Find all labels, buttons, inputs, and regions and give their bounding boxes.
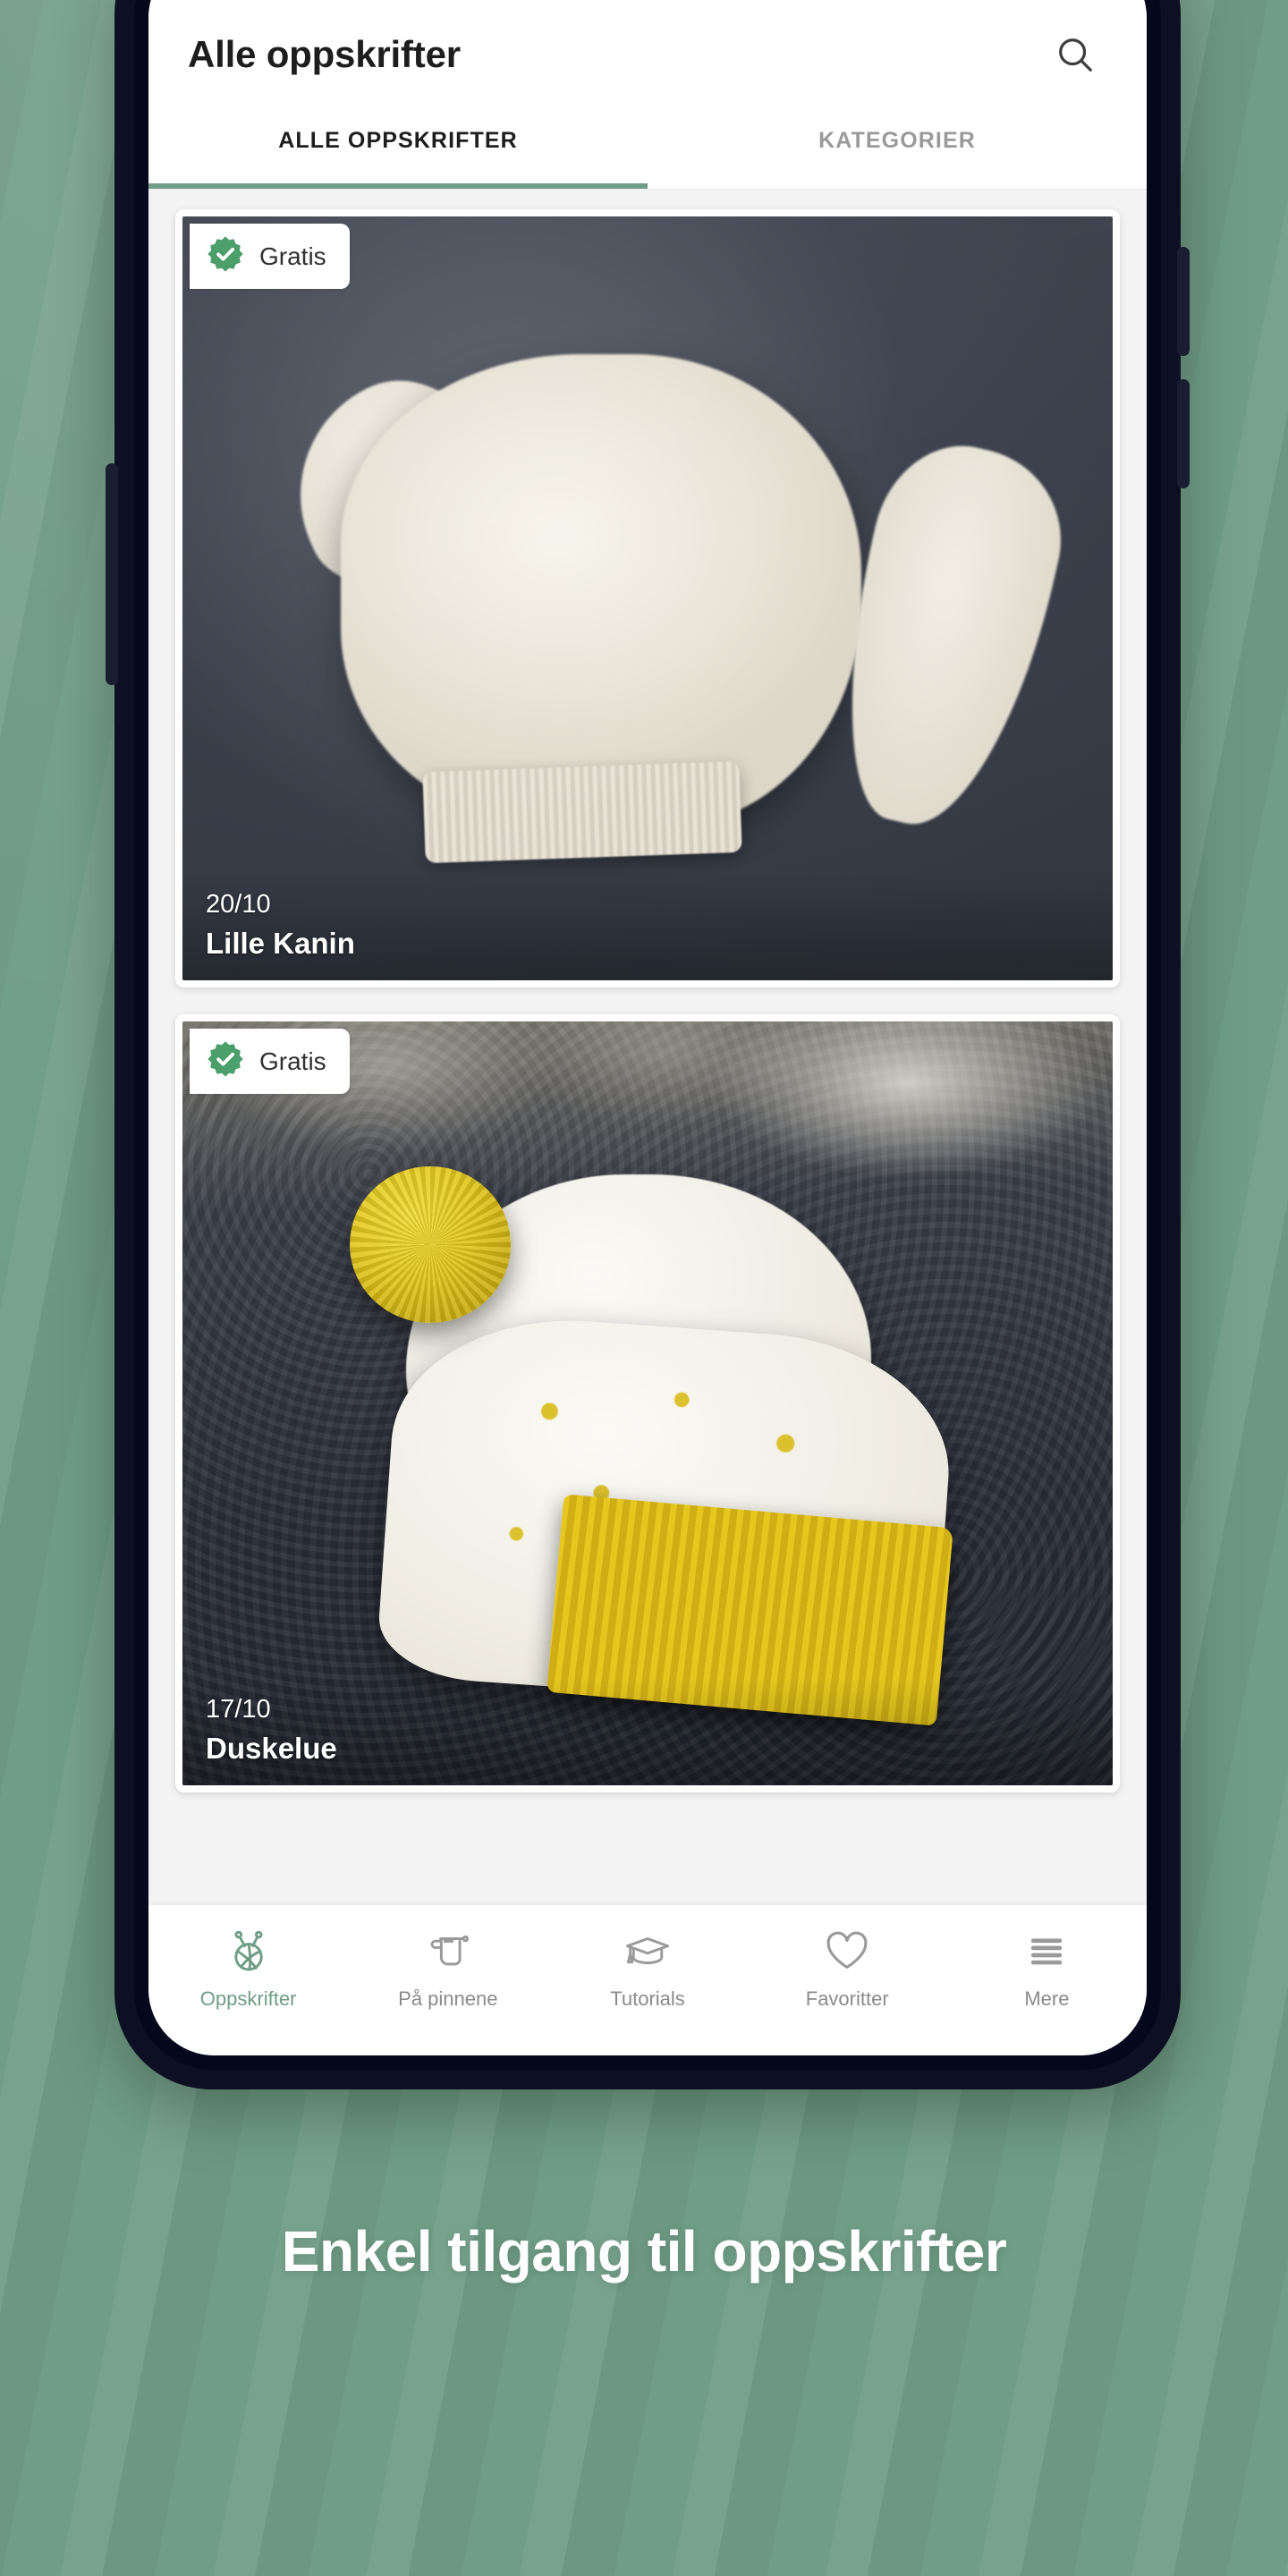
nav-label: Mere (1024, 1987, 1070, 2010)
yarn-ball-icon (225, 1923, 273, 1979)
menu-lines-icon (1022, 1923, 1071, 1979)
pattern-image: Gratis 20/10 Lille Kanin (182, 216, 1113, 980)
promo-background: Alle oppskrifter ALLE OPPSKRIFTER KATEGO… (0, 0, 1288, 2576)
tab-kategorier[interactable]: KATEGORIER (648, 93, 1147, 189)
nav-item-favoritter[interactable]: Favoritter (748, 1923, 947, 2011)
pattern-card[interactable]: Gratis 20/10 Lille Kanin (175, 209, 1120, 987)
nav-label: På pinnene (398, 1987, 498, 2010)
volume-down-button[interactable] (1177, 379, 1190, 488)
heart-icon (823, 1923, 871, 1979)
pattern-caption: 20/10 Lille Kanin (182, 872, 1113, 980)
pattern-date: 20/10 (206, 890, 271, 919)
pattern-date: 17/10 (206, 1695, 271, 1724)
nav-label: Oppskrifter (199, 1987, 297, 2010)
phone-bezel: Alle oppskrifter ALLE OPPSKRIFTER KATEGO… (134, 0, 1161, 2070)
badge-label: Gratis (259, 242, 326, 270)
search-icon (1055, 34, 1096, 75)
graduation-cap-icon (623, 1923, 672, 1979)
power-button[interactable] (106, 463, 118, 685)
status-badge: Gratis (190, 224, 350, 289)
nav-item-oppskrifter[interactable]: Oppskrifter (148, 1923, 348, 2011)
photo-hat (182, 1021, 1113, 1785)
pattern-image: Gratis 17/10 Duskelue (182, 1021, 1113, 1785)
photo-sweater (182, 216, 1113, 980)
nav-item-pa-pinnene[interactable]: På pinnene (348, 1923, 547, 2011)
tab-label: KATEGORIER (818, 128, 976, 153)
nav-item-mere[interactable]: Mere (947, 1923, 1147, 2011)
pattern-caption: 17/10 Duskelue (182, 1677, 1113, 1785)
badge-label: Gratis (259, 1046, 326, 1075)
tab-bar: ALLE OPPSKRIFTER KATEGORIER (148, 93, 1147, 190)
sweater-highlight (182, 216, 1113, 980)
tab-label: ALLE OPPSKRIFTER (278, 128, 518, 153)
promo-caption: Enkel tilgang til oppskrifter (281, 2219, 1007, 2284)
hat-pompom (350, 1166, 512, 1324)
verified-check-icon (206, 1039, 245, 1083)
pattern-title: Lille Kanin (206, 927, 355, 960)
search-button[interactable] (1043, 22, 1107, 87)
status-badge: Gratis (190, 1029, 350, 1094)
nav-label: Tutorials (610, 1987, 685, 2010)
volume-up-button[interactable] (1177, 247, 1190, 356)
nav-item-tutorials[interactable]: Tutorials (547, 1923, 747, 2011)
phone-device-frame: Alle oppskrifter ALLE OPPSKRIFTER KATEGO… (106, 0, 1190, 2089)
app-screen: Alle oppskrifter ALLE OPPSKRIFTER KATEGO… (148, 0, 1147, 2055)
bottom-navigation-bar: Oppskrifter På pinnene Tutorials Favorit… (148, 1905, 1147, 2055)
tab-alle-oppskrifter[interactable]: ALLE OPPSKRIFTER (148, 93, 648, 189)
verified-check-icon (206, 234, 245, 278)
pattern-title: Duskelue (206, 1732, 337, 1765)
knitting-needle-sock-icon (424, 1923, 472, 1979)
pattern-card[interactable]: Gratis 17/10 Duskelue (175, 1014, 1120, 1792)
app-bar: Alle oppskrifter (148, 0, 1147, 93)
page-title: Alle oppskrifter (188, 33, 461, 75)
nav-label: Favoritter (805, 1987, 889, 2010)
pattern-feed[interactable]: Gratis 20/10 Lille Kanin Gratis 17/10 Du… (148, 190, 1147, 1905)
